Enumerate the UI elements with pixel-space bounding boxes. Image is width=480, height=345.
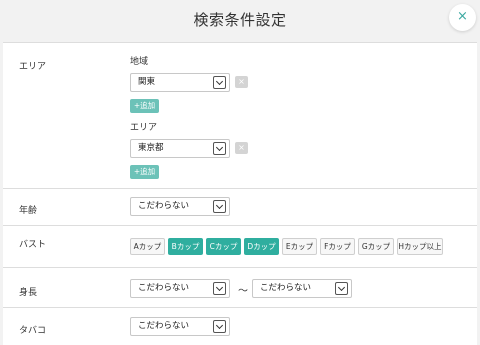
bust-chip-a[interactable]: Aカップ bbox=[130, 238, 165, 255]
tobacco-select-value: こだわらない bbox=[138, 321, 190, 331]
chevron-down-icon bbox=[213, 76, 226, 89]
tobacco-select[interactable]: こだわらない bbox=[130, 317, 230, 336]
search-form: エリア 地域 関東 × +追加 エリア 東京都 × +追加 年齢 こだわらない … bbox=[3, 42, 477, 345]
bust-chip-c[interactable]: Cカップ bbox=[206, 238, 241, 255]
bust-chip-g[interactable]: Gカップ bbox=[358, 238, 394, 255]
bust-chip-f[interactable]: Fカップ bbox=[320, 238, 355, 255]
height-max-value: こだわらない bbox=[260, 283, 312, 293]
area-row-label: エリア bbox=[19, 62, 47, 72]
bust-row-label: バスト bbox=[19, 240, 47, 250]
tobacco-row: タバコ こだわらない bbox=[3, 308, 477, 345]
region-label: 地域 bbox=[130, 57, 149, 67]
height-min-select[interactable]: こだわらない bbox=[130, 279, 230, 298]
area-sub-label: エリア bbox=[130, 123, 158, 133]
age-row-label: 年齢 bbox=[19, 206, 38, 216]
modal-header: 検索条件設定 × bbox=[0, 0, 480, 40]
bust-chip-d[interactable]: Dカップ bbox=[244, 238, 279, 255]
height-row-label: 身長 bbox=[19, 288, 38, 298]
age-select-value: こだわらない bbox=[138, 201, 190, 211]
chevron-down-icon bbox=[213, 142, 226, 155]
age-row: 年齢 こだわらない bbox=[3, 189, 477, 226]
age-select[interactable]: こだわらない bbox=[130, 197, 230, 216]
close-icon: × bbox=[238, 77, 245, 86]
bust-chip-h[interactable]: Hカップ以上 bbox=[397, 238, 443, 255]
height-row: 身長 こだわらない 〜 こだわらない bbox=[3, 268, 477, 308]
bust-chip-b[interactable]: Bカップ bbox=[168, 238, 203, 255]
height-max-select[interactable]: こだわらない bbox=[252, 279, 352, 298]
bust-row: バスト Aカップ Bカップ Cカップ Dカップ Eカップ Fカップ Gカップ H… bbox=[3, 226, 477, 268]
chevron-down-icon bbox=[213, 200, 226, 213]
bust-chip-e[interactable]: Eカップ bbox=[282, 238, 317, 255]
range-separator: 〜 bbox=[238, 286, 248, 297]
area-select-value: 東京都 bbox=[138, 143, 164, 153]
remove-area-button[interactable]: × bbox=[235, 142, 248, 154]
close-icon: × bbox=[457, 9, 468, 24]
close-icon: × bbox=[238, 143, 245, 152]
height-min-value: こだわらない bbox=[138, 283, 190, 293]
tobacco-row-label: タバコ bbox=[19, 326, 47, 336]
add-region-button[interactable]: +追加 bbox=[130, 99, 159, 113]
close-button[interactable]: × bbox=[449, 4, 476, 31]
chevron-down-icon bbox=[335, 282, 348, 295]
chevron-down-icon bbox=[213, 320, 226, 333]
page-title: 検索条件設定 bbox=[193, 11, 287, 29]
region-select-value: 関東 bbox=[138, 77, 156, 87]
remove-region-button[interactable]: × bbox=[235, 76, 248, 88]
chevron-down-icon bbox=[213, 282, 226, 295]
area-select[interactable]: 東京都 bbox=[130, 139, 230, 158]
area-row: エリア 地域 関東 × +追加 エリア 東京都 × +追加 bbox=[3, 43, 477, 189]
region-select[interactable]: 関東 bbox=[130, 73, 230, 92]
add-area-button[interactable]: +追加 bbox=[130, 165, 159, 179]
